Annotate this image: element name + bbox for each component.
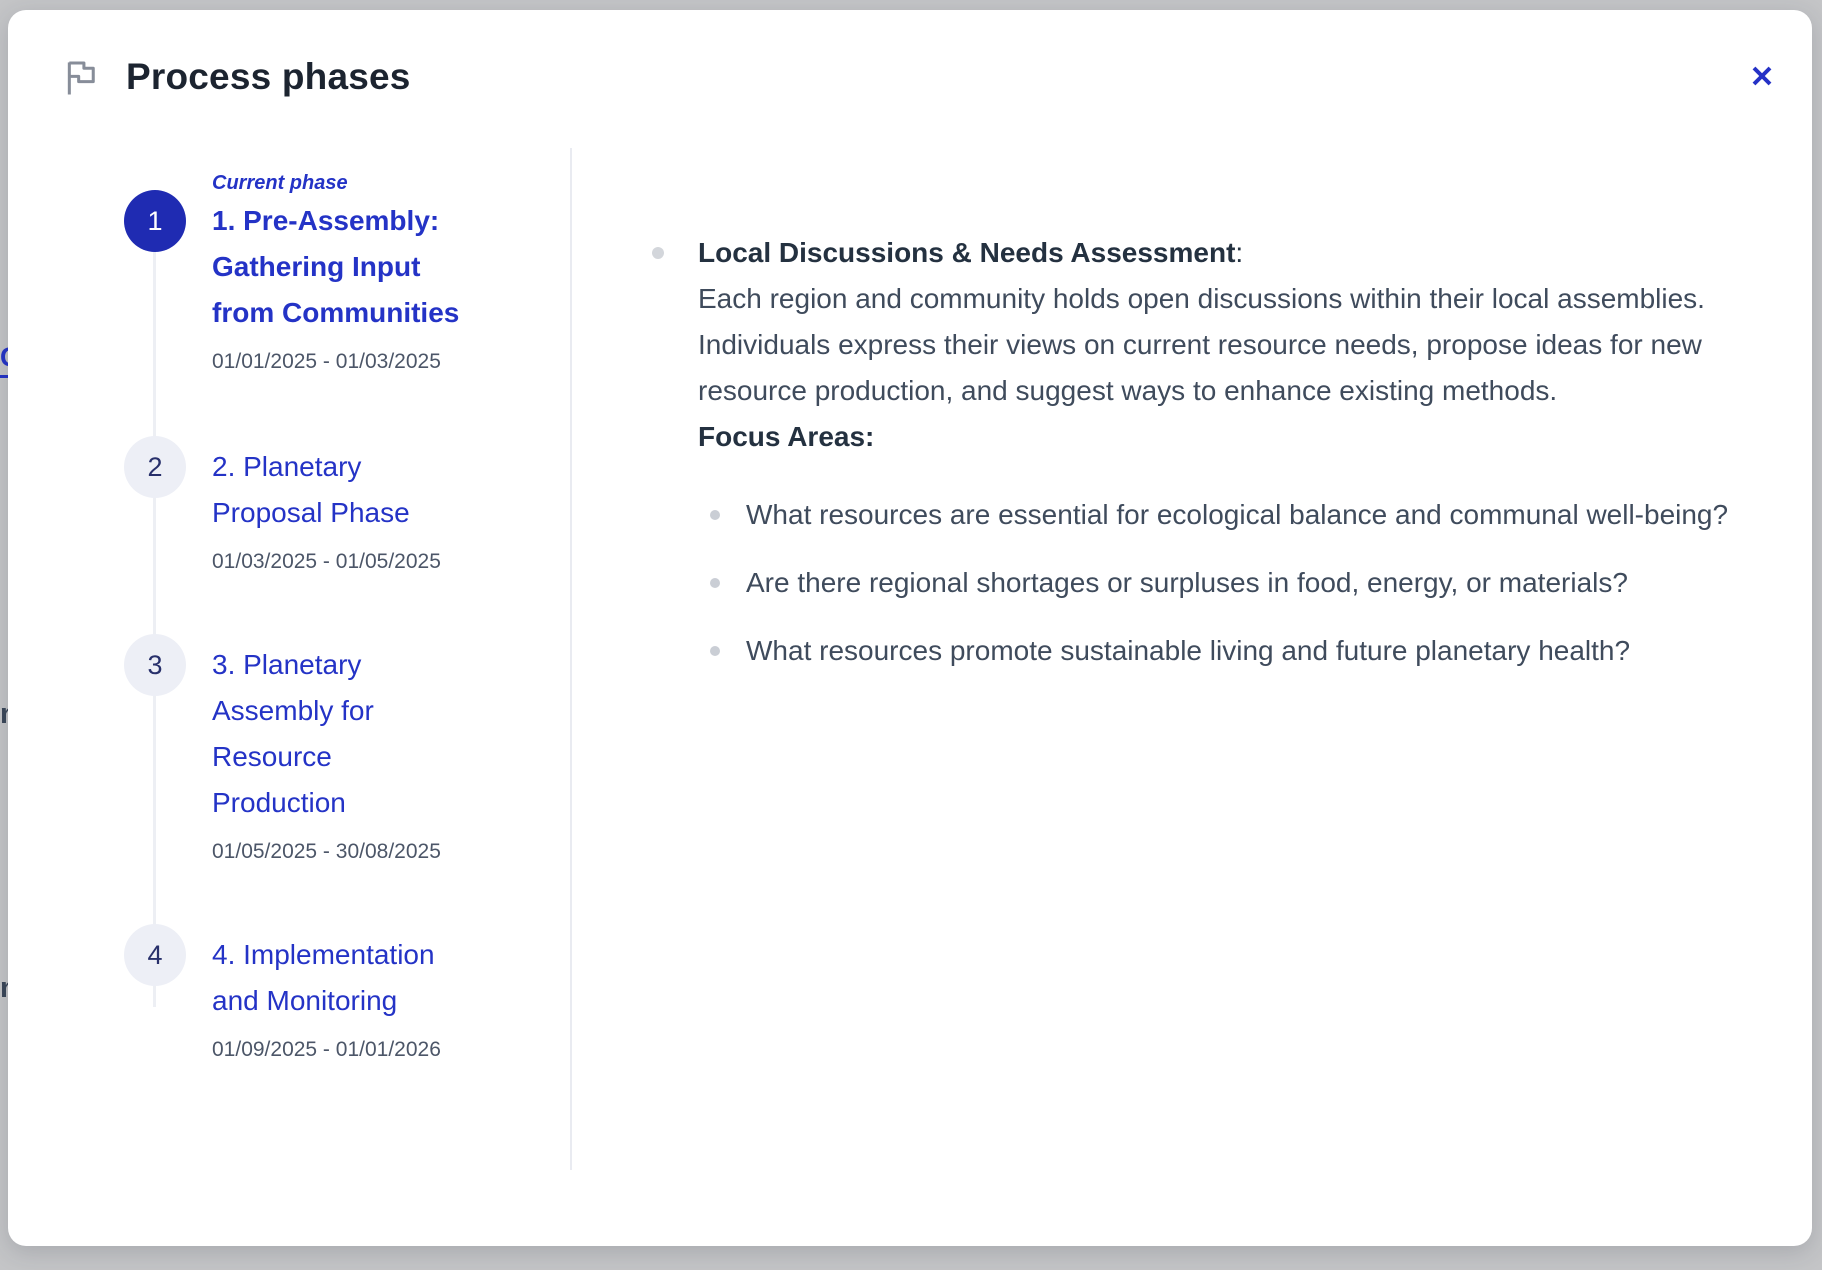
detail-paragraph: Each region and community holds open dis…: [698, 276, 1756, 414]
current-phase-label: Current phase: [212, 168, 468, 198]
step-dates: 01/03/2025 - 01/05/2025: [212, 546, 468, 578]
close-icon: [1747, 61, 1777, 91]
focus-areas-list: What resources are essential for ecologi…: [710, 492, 1756, 674]
step-number-badge: 1: [124, 190, 186, 252]
step-number-badge: 3: [124, 634, 186, 696]
modal-title: Process phases: [126, 56, 411, 98]
close-button[interactable]: [1738, 52, 1786, 100]
stepper-item-phase-2[interactable]: 2 2. Planetary Proposal Phase 01/03/2025…: [124, 444, 570, 578]
step-dates: 01/01/2025 - 01/03/2025: [212, 346, 468, 378]
phase-stepper: 1 Current phase 1. Pre-Assembly: Gatheri…: [8, 148, 572, 1170]
bullet-dot-icon: [710, 578, 720, 588]
modal-header: Process phases: [8, 10, 1812, 98]
detail-heading: Local Discussions & Needs Assessment: [698, 237, 1235, 268]
focus-item-text: Are there regional shortages or surpluse…: [746, 560, 1628, 606]
bullet-dot-icon: [710, 510, 720, 520]
focus-list-item: Are there regional shortages or surpluse…: [710, 560, 1756, 606]
focus-areas-label: Focus Areas:: [698, 414, 1756, 460]
modal-body: 1 Current phase 1. Pre-Assembly: Gatheri…: [8, 148, 1812, 1170]
step-title-link[interactable]: 4. Implementation and Monitoring: [212, 932, 468, 1024]
process-phases-modal: Process phases 1 Current phase 1. Pre-As…: [8, 10, 1812, 1246]
step-dates: 01/05/2025 - 30/08/2025: [212, 836, 468, 868]
focus-item-text: What resources are essential for ecologi…: [746, 492, 1728, 538]
detail-bullet-item: Local Discussions & Needs Assessment: Ea…: [652, 230, 1756, 696]
stepper-item-phase-4[interactable]: 4 4. Implementation and Monitoring 01/09…: [124, 932, 570, 1066]
step-number-badge: 4: [124, 924, 186, 986]
focus-item-text: What resources promote sustainable livin…: [746, 628, 1630, 674]
step-title-link[interactable]: 2. Planetary Proposal Phase: [212, 444, 468, 536]
flag-icon: [60, 56, 102, 98]
detail-heading-line: Local Discussions & Needs Assessment:: [698, 230, 1756, 276]
step-dates: 01/09/2025 - 01/01/2026: [212, 1034, 468, 1066]
focus-list-item: What resources promote sustainable livin…: [710, 628, 1756, 674]
stepper-item-phase-3[interactable]: 3 3. Planetary Assembly for Resource Pro…: [124, 642, 570, 868]
stepper-item-phase-1[interactable]: 1 Current phase 1. Pre-Assembly: Gatheri…: [124, 168, 570, 378]
step-title-link[interactable]: 3. Planetary Assembly for Resource Produ…: [212, 642, 468, 826]
bullet-dot-icon: [652, 247, 664, 259]
page-backdrop: G n n Process phases: [0, 0, 1822, 1270]
phase-details-panel: Local Discussions & Needs Assessment: Ea…: [572, 148, 1812, 1170]
bullet-dot-icon: [710, 646, 720, 656]
detail-heading-colon: :: [1235, 237, 1243, 268]
step-title-link[interactable]: 1. Pre-Assembly: Gathering Input from Co…: [212, 198, 468, 336]
step-number-badge: 2: [124, 436, 186, 498]
focus-list-item: What resources are essential for ecologi…: [710, 492, 1756, 538]
